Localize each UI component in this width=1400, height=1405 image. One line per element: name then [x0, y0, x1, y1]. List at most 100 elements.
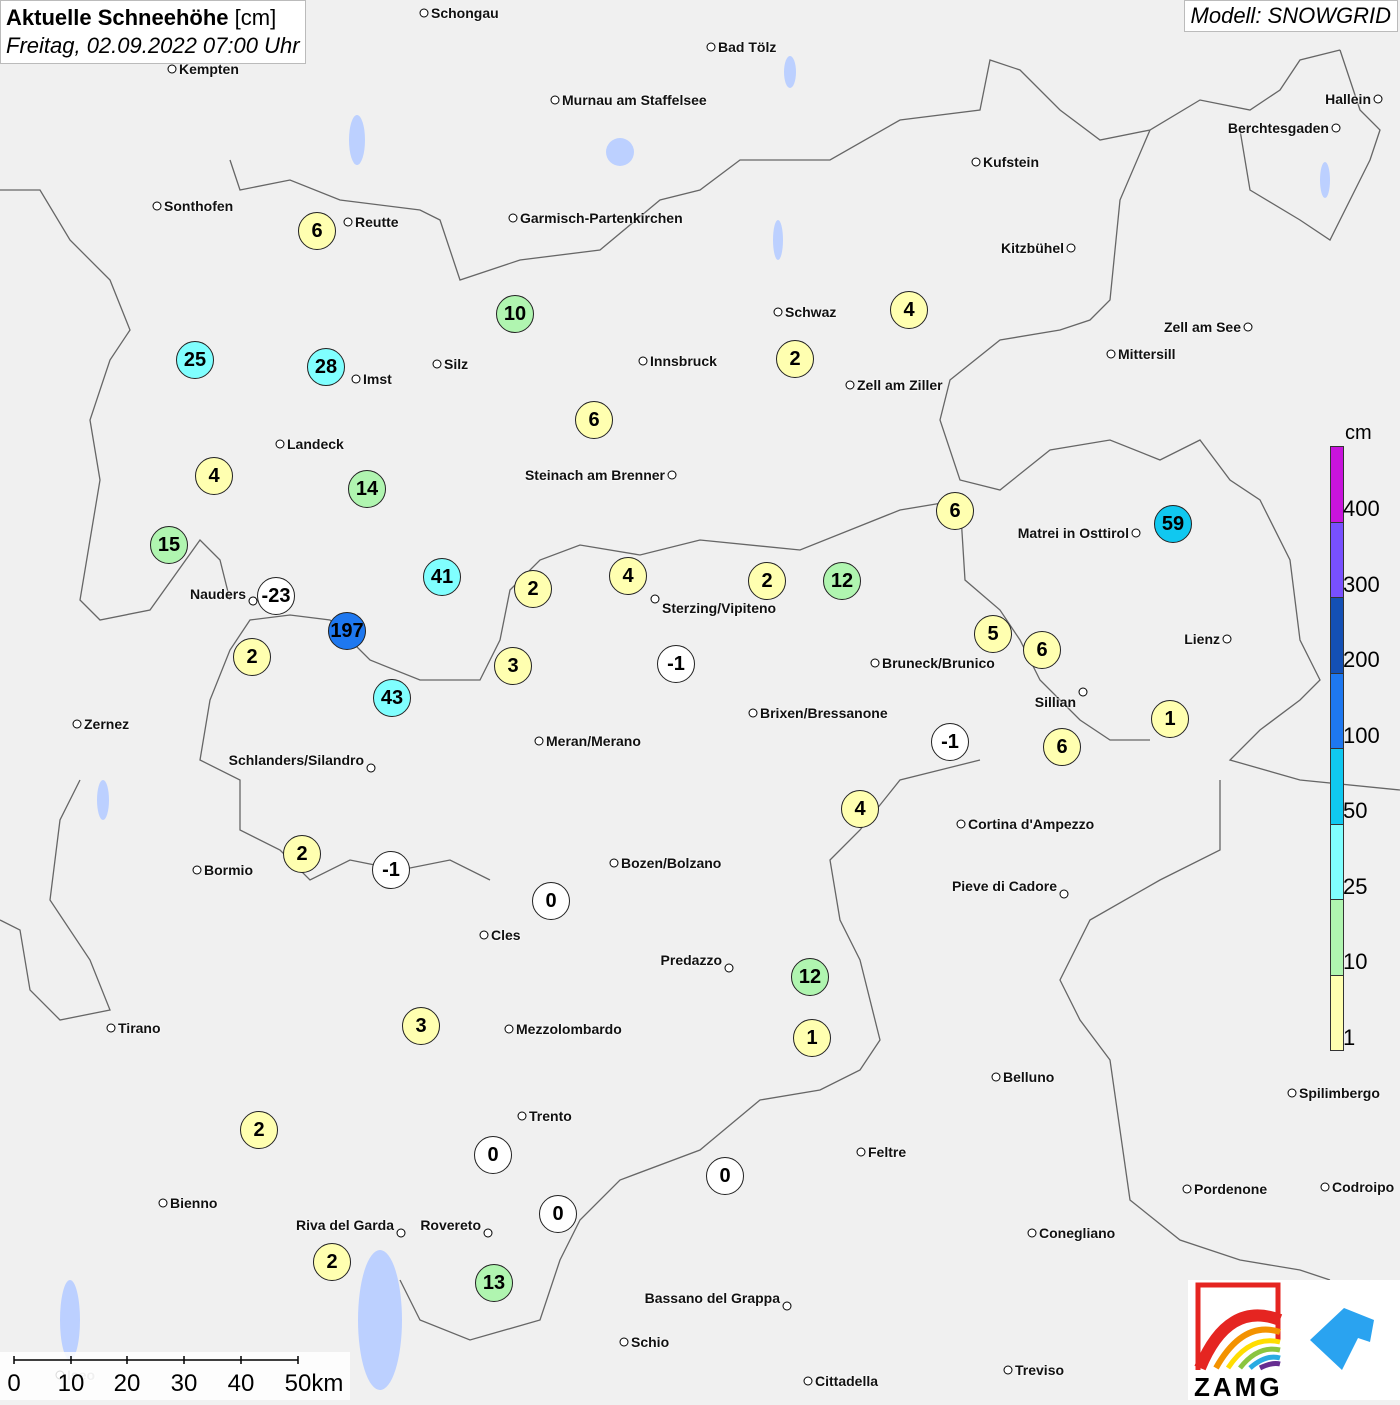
legend-unit: cm [1345, 422, 1372, 444]
city-marker-icon [396, 1228, 406, 1238]
city-label: Schongau [431, 5, 499, 21]
snow-depth-station[interactable]: 3 [494, 647, 532, 685]
city-label: Cortina d'Ampezzo [968, 816, 1095, 832]
city-label: Steinach am Brenner [524, 467, 665, 483]
city-label: Kitzbühel [1001, 240, 1064, 256]
snow-depth-station[interactable]: 41 [423, 558, 461, 596]
snow-depth-station[interactable]: 1 [1151, 700, 1189, 738]
city-label: Bruneck/Brunico [882, 655, 995, 671]
snow-depth-station[interactable]: 6 [936, 492, 974, 530]
snow-depth-station[interactable]: 12 [823, 562, 861, 600]
snow-depth-station[interactable]: 2 [776, 340, 814, 378]
city-marker-icon [432, 359, 442, 369]
legend-swatch [1331, 598, 1343, 674]
city-marker-icon [72, 719, 82, 729]
city-label: Sterzing/Vipiteno [662, 600, 777, 616]
legend-swatch [1331, 975, 1343, 1050]
legend-label: 400 [1343, 496, 1380, 521]
zamg-logo: ZAMG [1188, 1280, 1400, 1402]
snow-depth-station[interactable]: 1 [793, 1019, 831, 1057]
snow-depth-station[interactable]: 4 [890, 291, 928, 329]
snow-depth-station[interactable]: 0 [532, 882, 570, 920]
city-label: Matrei in Osttirol [1017, 525, 1129, 541]
snow-depth-station[interactable]: 2 [283, 835, 321, 873]
snow-depth-station[interactable]: 59 [1154, 505, 1192, 543]
city-marker-icon [158, 1198, 168, 1208]
snow-logo-icon [1310, 1308, 1374, 1370]
snow-depth-station[interactable]: 2 [748, 562, 786, 600]
city-label: Pordenone [1194, 1181, 1268, 1197]
snow-depth-station[interactable]: 15 [150, 526, 188, 564]
city-marker-icon [550, 95, 560, 105]
city-label: Mezzolombardo [516, 1021, 622, 1037]
snow-depth-station[interactable]: 13 [475, 1264, 513, 1302]
city-label: Landeck [287, 436, 344, 452]
snow-depth-station[interactable]: 2 [313, 1243, 351, 1281]
snow-depth-station[interactable]: 4 [609, 557, 647, 595]
city-label: Bad Tölz [718, 39, 777, 55]
snow-depth-station[interactable]: -1 [372, 851, 410, 889]
city-label: Tirano [118, 1020, 161, 1036]
city-marker-icon [1243, 322, 1253, 332]
scale-tick-label: 20 [113, 1370, 141, 1397]
snow-depth-station[interactable]: 4 [841, 790, 879, 828]
zamg-rainbow-logo-icon: ZAMG [1194, 1282, 1374, 1402]
scale-bar: 0 10 20 30 40 50km [0, 1352, 350, 1400]
snow-depth-station[interactable]: -23 [257, 577, 295, 615]
city-label: Brixen/Bressanone [760, 705, 888, 721]
model-label: Modell: SNOWGRID [1183, 0, 1398, 32]
subtitle-date: Freitag, 02.09.2022 07:00 Uhr [6, 33, 300, 58]
legend-label: 100 [1343, 722, 1380, 748]
snow-depth-station[interactable]: 2 [240, 1111, 278, 1149]
city-marker-icon [192, 865, 202, 875]
snow-depth-station[interactable]: 0 [474, 1136, 512, 1174]
legend-swatch [1331, 749, 1343, 825]
city-marker-icon [517, 1111, 527, 1121]
snow-depth-station[interactable]: 6 [1023, 631, 1061, 669]
city-marker-icon [419, 8, 429, 18]
snow-depth-station[interactable]: 43 [373, 679, 411, 717]
legend-label: 300 [1343, 571, 1380, 597]
city-label: Garmisch-Partenkirchen [520, 210, 683, 226]
snow-depth-station[interactable]: 5 [974, 615, 1012, 653]
city-label: Treviso [1015, 1362, 1065, 1378]
city-label: Berchtesgaden [1227, 120, 1329, 136]
city-label: Zell am Ziller [857, 377, 943, 393]
city-marker-icon [638, 356, 648, 366]
snow-depth-station[interactable]: 2 [233, 638, 271, 676]
legend-swatch [1331, 447, 1343, 523]
snow-depth-station[interactable]: 12 [791, 958, 829, 996]
city-label: Kempten [179, 61, 239, 77]
snow-depth-station[interactable]: 0 [539, 1195, 577, 1233]
city-marker-icon [275, 439, 285, 449]
snow-depth-station[interactable]: 197 [328, 612, 366, 650]
snow-depth-station[interactable]: 6 [298, 212, 336, 250]
scale-tick-label: 30 [170, 1370, 198, 1397]
city-marker-icon [106, 1023, 116, 1033]
snow-depth-station[interactable]: 0 [706, 1157, 744, 1195]
scale-tick-label: 10 [57, 1370, 85, 1397]
city-label: Murnau am Staffelsee [562, 92, 707, 108]
legend-label: 50 [1343, 798, 1368, 823]
snow-depth-station[interactable]: 4 [195, 457, 233, 495]
city-label: Bozen/Bolzano [621, 855, 722, 871]
city-label: Cittadella [815, 1373, 879, 1389]
snow-depth-station[interactable]: 3 [402, 1007, 440, 1045]
city-marker-icon [971, 157, 981, 167]
snow-depth-station[interactable]: -1 [931, 723, 969, 761]
city-marker-icon [724, 963, 734, 973]
snow-depth-station[interactable]: 14 [348, 470, 386, 508]
city-marker-icon [483, 1228, 493, 1238]
city-marker-icon [619, 1337, 629, 1347]
snow-depth-station[interactable]: 28 [307, 348, 345, 386]
snow-depth-station[interactable]: 2 [514, 570, 552, 608]
snow-depth-station[interactable]: 6 [1043, 728, 1081, 766]
city-marker-icon [1027, 1228, 1037, 1238]
snow-depth-station[interactable]: 10 [496, 295, 534, 333]
snow-depth-station[interactable]: -1 [657, 645, 695, 683]
city-label: Trento [529, 1108, 572, 1124]
city-marker-icon [343, 217, 353, 227]
snow-depth-station[interactable]: 25 [176, 341, 214, 379]
snow-depth-station[interactable]: 6 [575, 401, 613, 439]
city-marker-icon [504, 1024, 514, 1034]
